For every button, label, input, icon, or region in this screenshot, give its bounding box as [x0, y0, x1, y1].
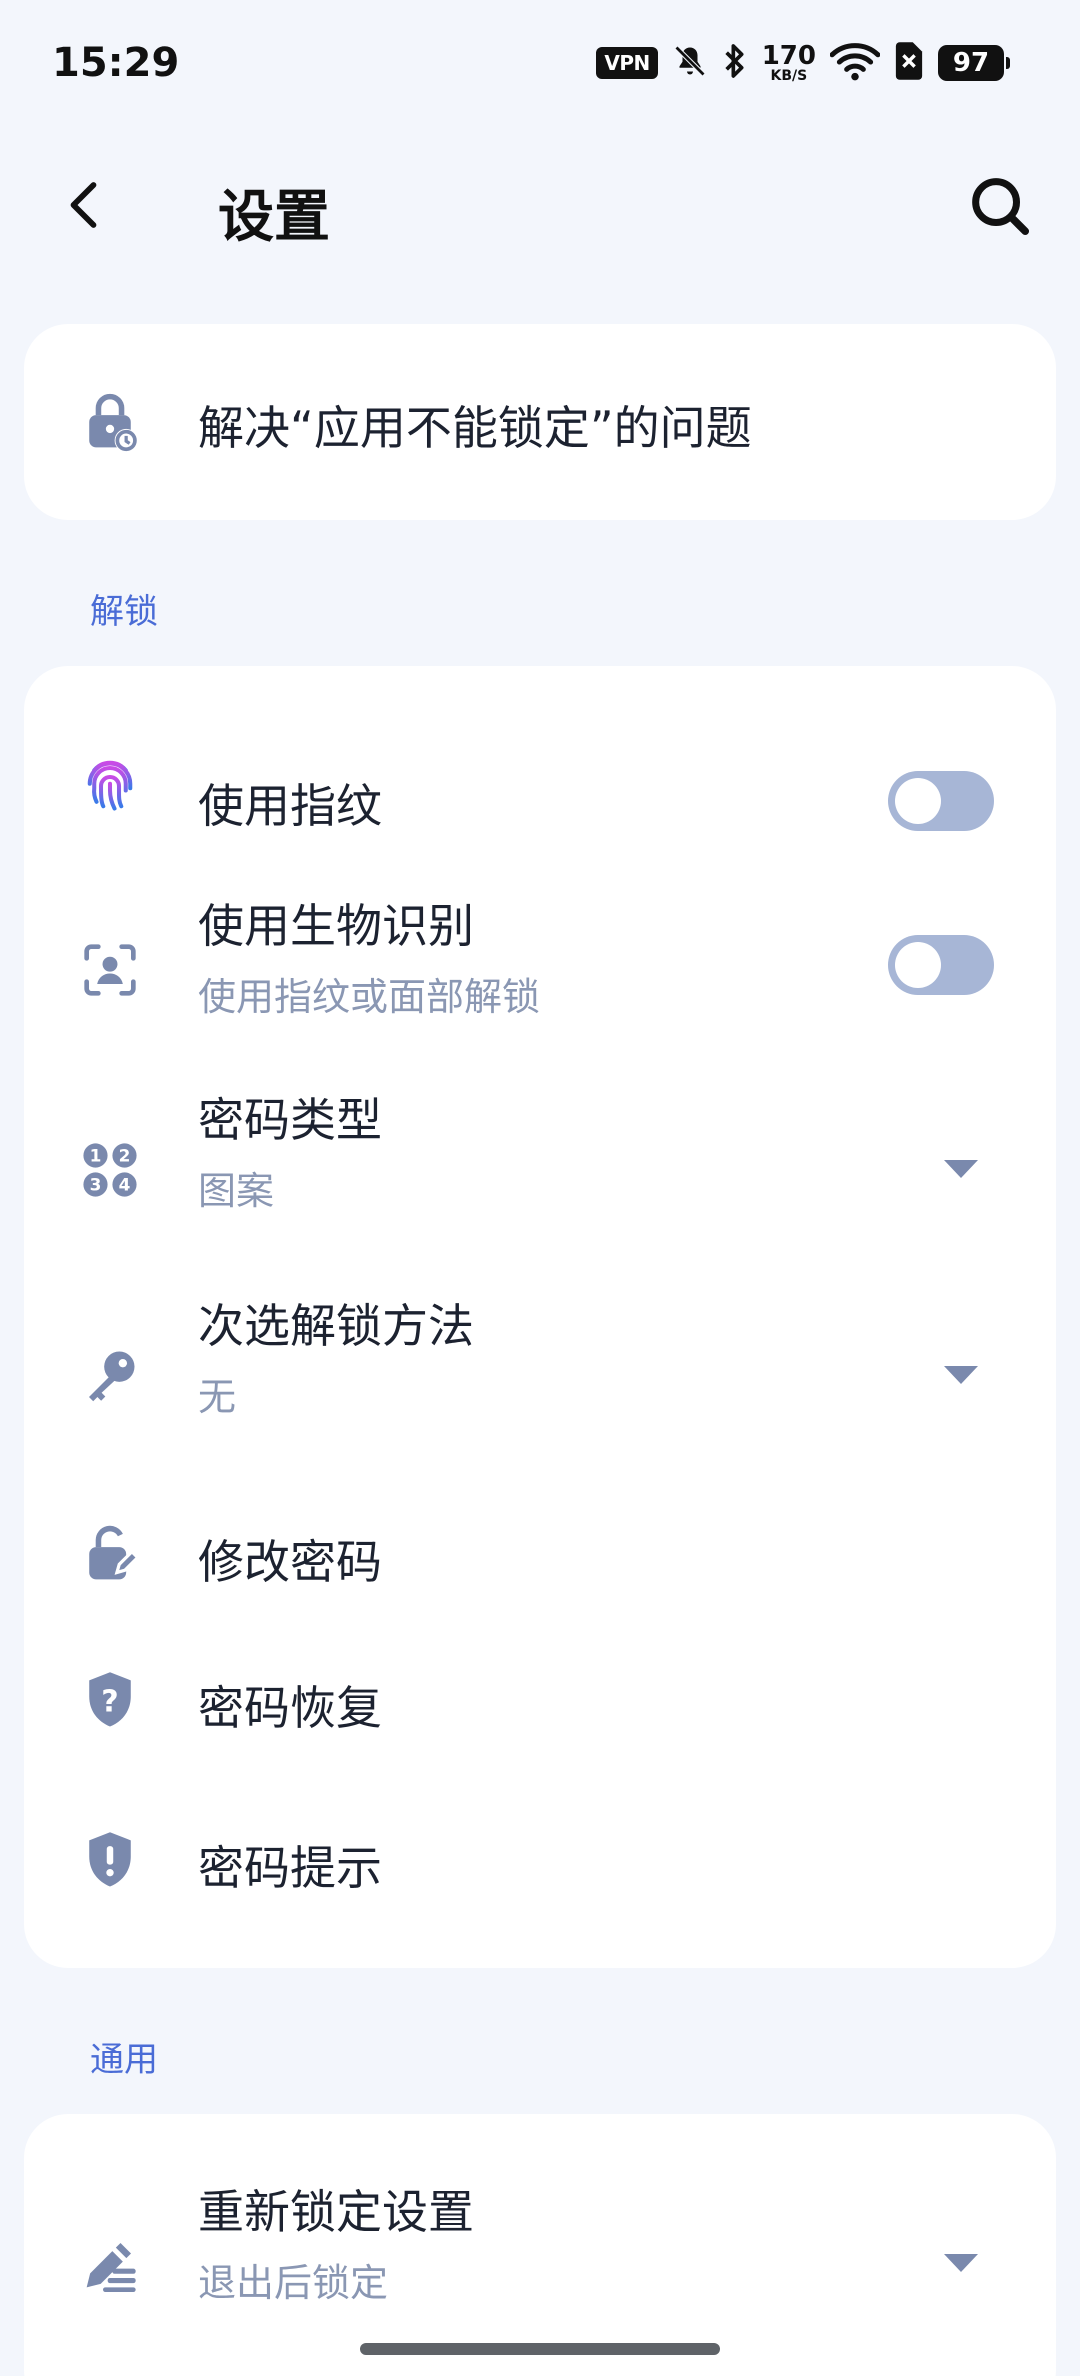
- search-button[interactable]: [964, 170, 1034, 240]
- password-hint-row[interactable]: 密码提示: [24, 1802, 1056, 1964]
- back-button[interactable]: [56, 175, 116, 235]
- secondary-unlock-row[interactable]: 次选解锁方法 无: [24, 1272, 1056, 1478]
- caret-down-icon[interactable]: [944, 2254, 978, 2272]
- lock-clock-icon: [80, 392, 140, 452]
- password-type-value: 图案: [198, 1169, 275, 1213]
- battery-indicator: 97: [938, 45, 1010, 81]
- wifi-icon: [829, 41, 881, 85]
- edit-list-icon: [80, 2234, 140, 2294]
- key-icon: [80, 1346, 140, 1406]
- shield-alert-icon: [80, 1830, 140, 1890]
- secondary-unlock-value: 无: [198, 1375, 237, 1419]
- svg-text:1: 1: [90, 1146, 102, 1166]
- section-label-general: 通用: [90, 2040, 158, 2080]
- svg-text:3: 3: [90, 1175, 102, 1195]
- biometric-toggle[interactable]: [888, 935, 994, 995]
- fingerprint-title: 使用指纹: [198, 779, 382, 833]
- change-password-title: 修改密码: [198, 1535, 382, 1589]
- bluetooth-icon: [722, 41, 748, 85]
- network-speed: 170 KB/S: [761, 41, 816, 84]
- back-arrow-icon: [70, 182, 97, 228]
- vpn-icon: VPN: [596, 47, 658, 79]
- password-hint-title: 密码提示: [198, 1841, 382, 1895]
- secondary-unlock-title: 次选解锁方法: [198, 1299, 474, 1353]
- password-recovery-title: 密码恢复: [198, 1681, 382, 1735]
- face-scan-icon: [80, 940, 140, 1000]
- search-icon: [972, 178, 1030, 236]
- section-label-unlock: 解锁: [90, 592, 158, 632]
- fingerprint-toggle[interactable]: [888, 771, 994, 831]
- unlock-card: 使用指纹 使用生物识别 使用指纹或面部解锁 1 2 3 4 密码类型 图案 次选…: [24, 666, 1056, 1968]
- biometric-title: 使用生物识别: [198, 899, 474, 953]
- password-type-row[interactable]: 1 2 3 4 密码类型 图案: [24, 1066, 1056, 1272]
- general-card: 重新锁定设置 退出后锁定: [24, 2114, 1056, 2376]
- shield-question-icon: ?: [80, 1670, 140, 1730]
- fix-lock-title: 解决“应用不能锁定”的问题: [198, 401, 752, 455]
- caret-down-icon[interactable]: [944, 1160, 978, 1178]
- fix-lock-row[interactable]: 解决“应用不能锁定”的问题: [24, 324, 1056, 520]
- change-password-row[interactable]: 修改密码: [24, 1478, 1056, 1640]
- fingerprint-icon: [80, 756, 140, 816]
- svg-text:4: 4: [119, 1175, 131, 1195]
- password-recovery-row[interactable]: ? 密码恢复: [24, 1640, 1056, 1802]
- svg-text:?: ?: [101, 1685, 118, 1720]
- toggle-knob: [895, 942, 941, 988]
- toggle-knob: [895, 778, 941, 824]
- caret-down-icon[interactable]: [944, 1366, 978, 1384]
- number-keypad-icon: 1 2 3 4: [80, 1140, 140, 1200]
- relock-row[interactable]: 重新锁定设置 退出后锁定: [24, 2114, 1056, 2326]
- svg-text:2: 2: [119, 1146, 131, 1166]
- status-icons: VPN 170 KB/S 97: [596, 40, 1010, 86]
- biometric-subtitle: 使用指纹或面部解锁: [198, 975, 541, 1019]
- home-indicator[interactable]: [360, 2343, 720, 2355]
- password-type-title: 密码类型: [198, 1093, 382, 1147]
- fix-lock-card[interactable]: 解决“应用不能锁定”的问题: [24, 324, 1056, 520]
- no-sim-icon: [894, 42, 924, 84]
- mute-bell-icon: [672, 42, 708, 84]
- lock-edit-icon: [80, 1524, 140, 1584]
- relock-value: 退出后锁定: [198, 2261, 389, 2305]
- settings-screen: 15:29 VPN 170 KB/S 97 设置 解决“应用不能锁定”的问题 解…: [0, 0, 1080, 2376]
- fingerprint-row[interactable]: 使用指纹: [24, 726, 1056, 876]
- biometric-row[interactable]: 使用生物识别 使用指纹或面部解锁: [24, 876, 1056, 1066]
- page-title: 设置: [218, 185, 330, 250]
- status-bar: 15:29 VPN 170 KB/S 97: [0, 0, 1080, 128]
- relock-title: 重新锁定设置: [198, 2185, 474, 2239]
- status-time: 15:29: [52, 40, 180, 86]
- app-header: 设置: [0, 150, 1080, 260]
